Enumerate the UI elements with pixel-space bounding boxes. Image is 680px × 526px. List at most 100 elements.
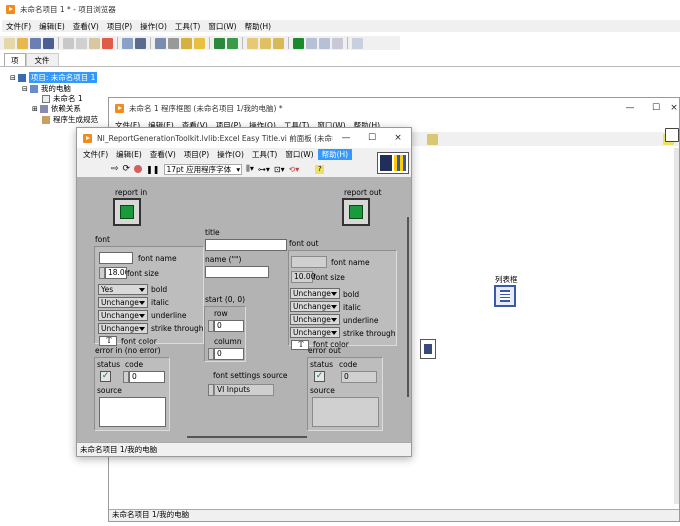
underline-label: underline bbox=[151, 311, 187, 320]
open-icon[interactable] bbox=[17, 37, 28, 49]
build-icon[interactable] bbox=[135, 37, 146, 49]
vi-terminal[interactable] bbox=[420, 339, 436, 359]
folder2-icon[interactable] bbox=[260, 37, 271, 49]
collapse-icon[interactable] bbox=[227, 37, 238, 49]
align-objects-icon[interactable]: ⫼▾ bbox=[246, 164, 254, 174]
report-in-terminal[interactable] bbox=[113, 198, 141, 226]
menu-help[interactable]: 帮助(H) bbox=[317, 148, 353, 160]
panel-vertical-scrollbar[interactable] bbox=[407, 217, 409, 397]
paste-icon[interactable] bbox=[89, 37, 100, 49]
font-size-input[interactable]: 18.00 bbox=[105, 267, 127, 279]
help-icon[interactable]: ? bbox=[315, 164, 325, 174]
panel-horizontal-scrollbar[interactable] bbox=[187, 436, 307, 438]
name-input[interactable] bbox=[205, 266, 269, 278]
distribute-objects-icon[interactable]: ⊶▾ bbox=[258, 165, 270, 174]
pause-icon[interactable]: ❚❚ bbox=[146, 165, 159, 174]
front-panel-canvas[interactable]: report in report out title font out name… bbox=[77, 177, 411, 442]
strike-through-dropdown[interactable]: Unchange bbox=[98, 323, 148, 334]
chevron-down-icon: ▾ bbox=[236, 164, 241, 174]
status-checkbox[interactable]: ✓ bbox=[100, 371, 111, 382]
underline-dropdown[interactable]: Unchange bbox=[98, 310, 148, 321]
menu-window[interactable]: 窗口(W) bbox=[204, 21, 240, 32]
vi-icon[interactable] bbox=[293, 37, 304, 49]
abort-icon[interactable] bbox=[134, 165, 143, 173]
folder3-icon[interactable] bbox=[273, 37, 284, 49]
settings-icon[interactable] bbox=[122, 37, 133, 49]
menu-edit[interactable]: 编辑(E) bbox=[112, 149, 146, 160]
title-input[interactable] bbox=[205, 239, 287, 251]
font-color-box[interactable]: T bbox=[99, 336, 117, 346]
menu-tools[interactable]: 工具(T) bbox=[171, 21, 204, 32]
font-selector[interactable]: 17pt 应用程序字体 ▾ bbox=[163, 163, 243, 175]
diagram-vertical-scrollbar[interactable] bbox=[674, 148, 679, 504]
tab-items[interactable]: 项 bbox=[4, 53, 26, 67]
expand-toggle-icon[interactable]: ⊟ bbox=[22, 85, 28, 93]
maximize-button[interactable]: ☐ bbox=[643, 98, 669, 118]
menu-operate[interactable]: 操作(O) bbox=[213, 149, 248, 160]
expand-icon[interactable] bbox=[214, 37, 225, 49]
menu-edit[interactable]: 编辑(E) bbox=[35, 21, 69, 32]
project-tabs: 项 文件 bbox=[4, 53, 59, 67]
menu-tools[interactable]: 工具(T) bbox=[248, 149, 281, 160]
save-icon[interactable] bbox=[30, 37, 41, 49]
code-out-label: code bbox=[339, 360, 358, 369]
copy-icon[interactable] bbox=[76, 37, 87, 49]
font-settings-source-ring[interactable]: VI Inputs bbox=[214, 384, 274, 396]
delete-icon[interactable] bbox=[102, 37, 113, 49]
menu-window[interactable]: 窗口(W) bbox=[281, 149, 317, 160]
tree-item-build-spec[interactable]: 程序生成规范 bbox=[42, 114, 98, 125]
front-panel-menu-bar: 文件(F) 编辑(E) 查看(V) 项目(P) 操作(O) 工具(T) 窗口(W… bbox=[79, 148, 411, 160]
cut-icon[interactable] bbox=[63, 37, 74, 49]
menu-file[interactable]: 文件(F) bbox=[79, 149, 112, 160]
menu-view[interactable]: 查看(V) bbox=[69, 21, 103, 32]
expand-toggle-icon[interactable]: ⊞ bbox=[32, 105, 38, 113]
menu-help[interactable]: 帮助(H) bbox=[241, 21, 276, 32]
reorder-icon[interactable]: ⟲▾ bbox=[289, 165, 300, 174]
new-icon[interactable] bbox=[4, 37, 15, 49]
tree-label-dependencies: 依赖关系 bbox=[50, 104, 81, 113]
expand-toggle-icon[interactable]: ⊟ bbox=[10, 74, 16, 82]
font-settings-source-label: font settings source bbox=[213, 371, 288, 380]
refresh-icon[interactable] bbox=[332, 37, 343, 49]
bold-dropdown[interactable]: Yes bbox=[98, 284, 148, 295]
source-label: source bbox=[97, 386, 122, 395]
key-icon[interactable] bbox=[181, 37, 192, 49]
run-arrow-icon[interactable]: ⇨ bbox=[111, 164, 119, 174]
dropdown-icon[interactable] bbox=[168, 37, 179, 49]
column-input[interactable]: 0 bbox=[214, 348, 244, 360]
minimize-button[interactable]: — bbox=[617, 98, 643, 118]
block-diagram-window-controls: — ☐ × bbox=[617, 98, 679, 118]
error-out-label: error out bbox=[308, 346, 341, 355]
code-input[interactable]: 0 bbox=[129, 371, 165, 383]
search-icon[interactable] bbox=[352, 37, 363, 49]
menu-project[interactable]: 项目(P) bbox=[180, 149, 213, 160]
run-continuously-icon[interactable]: ⟳ bbox=[123, 164, 131, 174]
minimize-button[interactable]: — bbox=[333, 128, 359, 148]
save-all-icon[interactable] bbox=[43, 37, 54, 49]
refnum-icon bbox=[120, 205, 134, 219]
undo-icon[interactable] bbox=[306, 37, 317, 49]
resize-objects-icon[interactable]: ⊡▾ bbox=[274, 165, 285, 174]
source-input[interactable] bbox=[99, 397, 166, 427]
add-file-icon[interactable] bbox=[155, 37, 166, 49]
folder-icon[interactable] bbox=[247, 37, 258, 49]
cleanup-icon[interactable] bbox=[427, 134, 438, 145]
menu-file[interactable]: 文件(F) bbox=[2, 21, 35, 32]
menu-project[interactable]: 项目(P) bbox=[103, 21, 136, 32]
list-box-terminal[interactable] bbox=[494, 285, 516, 307]
font-name-input[interactable] bbox=[99, 252, 133, 264]
warning-icon[interactable] bbox=[194, 37, 205, 49]
tree-item-dependencies[interactable]: ⊞ 依赖关系 bbox=[32, 103, 81, 114]
close-button[interactable]: × bbox=[385, 128, 411, 148]
redo-icon[interactable] bbox=[319, 37, 330, 49]
font-out-label: font out bbox=[289, 239, 319, 248]
close-button[interactable]: × bbox=[669, 98, 679, 118]
maximize-button[interactable]: ☐ bbox=[359, 128, 385, 148]
bold-out-label: bold bbox=[343, 290, 360, 299]
tree-item-project[interactable]: ⊟ 项目: 未命名项目 1 bbox=[10, 72, 98, 83]
menu-operate[interactable]: 操作(O) bbox=[136, 21, 171, 32]
italic-dropdown[interactable]: Unchange bbox=[98, 297, 148, 308]
row-input[interactable]: 0 bbox=[214, 320, 244, 332]
tab-files[interactable]: 文件 bbox=[25, 53, 59, 67]
menu-view[interactable]: 查看(V) bbox=[146, 149, 180, 160]
